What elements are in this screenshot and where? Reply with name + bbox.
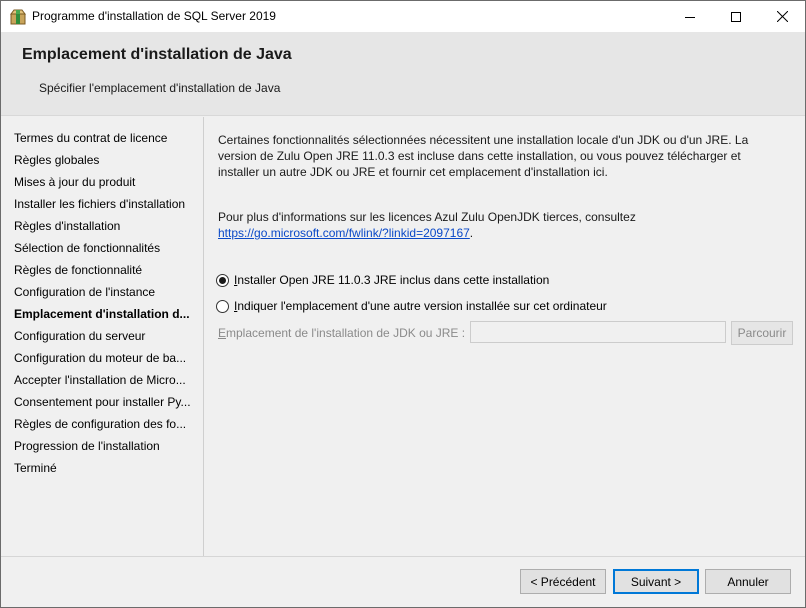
- nav-item-complete[interactable]: Terminé: [14, 460, 199, 476]
- nav-item-database-engine-configuration[interactable]: Configuration du moteur de ba...: [14, 350, 199, 366]
- cancel-button[interactable]: Annuler: [705, 569, 791, 594]
- maximize-icon: [731, 11, 741, 22]
- license-link-line: https://go.microsoft.com/fwlink/?linkid=…: [218, 225, 778, 241]
- steps-sidebar: Termes du contrat de licence Règles glob…: [1, 117, 204, 556]
- next-button[interactable]: Suivant >: [613, 569, 699, 594]
- option-other-jdk[interactable]: Indiquer l'emplacement d'une autre versi…: [216, 298, 607, 314]
- page-title: Emplacement d'installation de Java: [22, 46, 292, 63]
- option-included-jre[interactable]: Installer Open JRE 11.0.3 JRE inclus dan…: [216, 272, 549, 288]
- installer-window: Programme d'installation de SQL Server 2…: [0, 0, 806, 608]
- title-bar[interactable]: Programme d'installation de SQL Server 2…: [1, 1, 805, 32]
- nav-item-instance-configuration[interactable]: Configuration de l'instance: [14, 284, 199, 300]
- option-included-label[interactable]: Installer Open JRE 11.0.3 JRE inclus dan…: [234, 273, 549, 287]
- maximize-button[interactable]: [713, 1, 759, 32]
- nav-item-product-updates[interactable]: Mises à jour du produit: [14, 174, 199, 190]
- page-header: Emplacement d'installation de Java Spéci…: [1, 32, 805, 116]
- sql-setup-box-icon: [10, 9, 26, 25]
- previous-button[interactable]: < Précédent: [520, 569, 606, 594]
- jdk-path-input[interactable]: [470, 321, 726, 343]
- main-content: Certaines fonctionnalités sélectionnées …: [205, 117, 805, 556]
- nav-item-global-rules[interactable]: Règles globales: [14, 152, 199, 168]
- nav-item-server-configuration[interactable]: Configuration du serveur: [14, 328, 199, 344]
- intro-text-line-3: installer un autre JDK ou JRE et fournir…: [218, 165, 608, 179]
- minimize-icon: [685, 16, 695, 18]
- option-other-radio[interactable]: [216, 299, 229, 313]
- nav-item-feature-selection[interactable]: Sélection de fonctionnalités: [14, 240, 199, 256]
- nav-item-install-progress[interactable]: Progression de l'installation: [14, 438, 199, 454]
- nav-item-feature-config-rules[interactable]: Règles de configuration des fo...: [14, 416, 199, 432]
- nav-item-feature-rules[interactable]: Règles de fonctionnalité: [14, 262, 199, 278]
- intro-text-line-1: Certaines fonctionnalités sélectionnées …: [218, 133, 749, 147]
- minimize-button[interactable]: [667, 1, 713, 32]
- close-button[interactable]: [759, 1, 805, 32]
- close-icon: [776, 11, 788, 22]
- license-link[interactable]: https://go.microsoft.com/fwlink/?linkid=…: [218, 226, 470, 240]
- license-link-suffix: .: [469, 226, 474, 240]
- nav-item-install-setup-files[interactable]: Installer les fichiers d'installation: [14, 196, 199, 212]
- license-info-text: Pour plus d'informations sur les licence…: [218, 210, 636, 224]
- option-included-radio[interactable]: [216, 273, 229, 287]
- footer-bar: < Précédent Suivant > Annuler: [1, 556, 805, 607]
- window-title: Programme d'installation de SQL Server 2…: [32, 9, 276, 23]
- intro-text-line-2: version de Zulu Open JRE 11.0.3 est incl…: [218, 149, 741, 163]
- nav-item-java-install-location[interactable]: Emplacement d'installation d...: [14, 306, 199, 322]
- nav-item-license-terms[interactable]: Termes du contrat de licence: [14, 130, 199, 146]
- browse-button[interactable]: Parcourir: [731, 321, 793, 345]
- nav-item-accept-microsoft-install[interactable]: Accepter l'installation de Micro...: [14, 372, 199, 388]
- option-other-label[interactable]: Indiquer l'emplacement d'une autre versi…: [234, 299, 607, 313]
- page-subtitle: Spécifier l'emplacement d'installation d…: [39, 81, 281, 95]
- jdk-path-label: Emplacement de l'installation de JDK ou …: [218, 326, 466, 340]
- nav-item-consent-python[interactable]: Consentement pour installer Py...: [14, 394, 199, 410]
- nav-item-install-rules[interactable]: Règles d'installation: [14, 218, 199, 234]
